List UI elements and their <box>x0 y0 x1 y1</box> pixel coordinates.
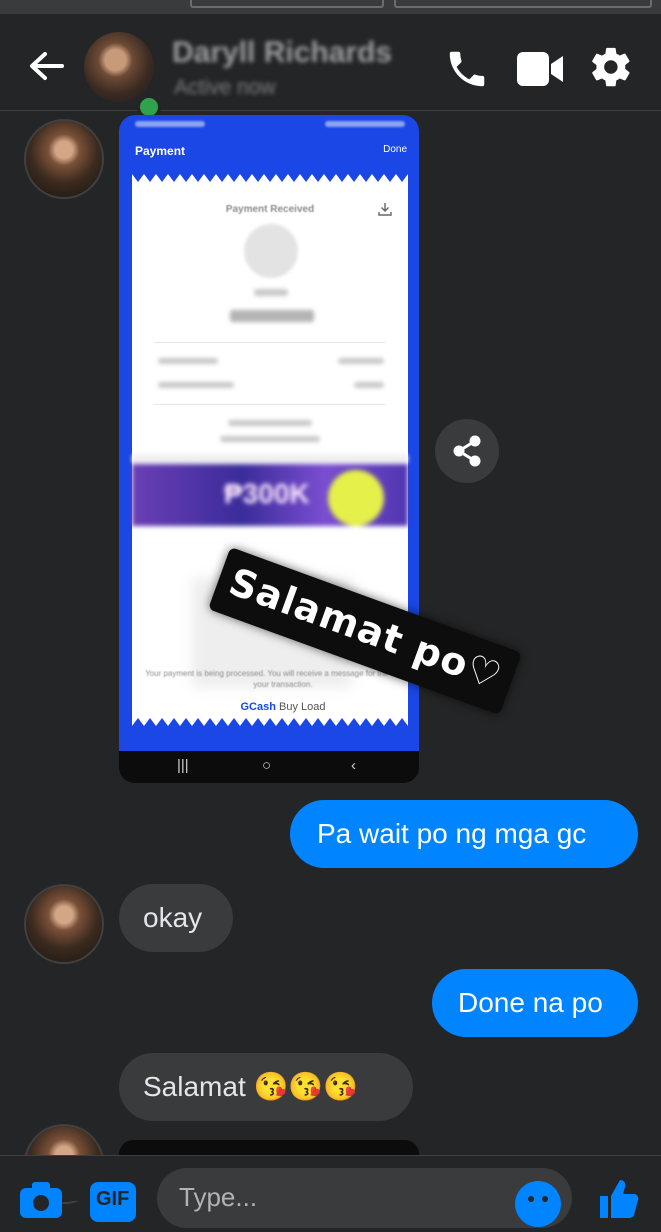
received-message[interactable]: Salamat 😘😘😘 <box>119 1053 413 1121</box>
row-label-2 <box>158 382 234 388</box>
message-avatar[interactable] <box>24 119 104 199</box>
composer-bar: GIF <box>0 1155 661 1228</box>
message-text: Done na po <box>458 987 603 1018</box>
sent-message[interactable]: Pa wait po ng mga gc <box>290 800 638 868</box>
row-label-1 <box>158 358 218 364</box>
receipt-divider <box>154 342 386 343</box>
gif-button[interactable]: GIF <box>90 1182 136 1222</box>
thumbs-up-icon <box>600 1180 639 1218</box>
receipt-bottom-edge <box>132 718 408 730</box>
phone-nav-bar: ||| ○ ‹ <box>119 751 419 783</box>
back-button[interactable] <box>26 46 66 86</box>
like-button[interactable] <box>596 1176 640 1225</box>
chat-header: Daryll Richards Active now <box>0 14 661 119</box>
brand-strong: GCash <box>240 701 276 713</box>
brand-rest: Buy Load <box>275 701 326 713</box>
promo-badge <box>328 470 384 526</box>
video-call-button[interactable] <box>515 48 565 95</box>
phone-icon <box>449 51 485 87</box>
promo-banner: ₱300K <box>132 464 408 526</box>
back-arrow-icon <box>30 52 64 80</box>
payment-title: Payment <box>135 144 186 158</box>
share-button[interactable] <box>435 419 499 483</box>
top-system-strip <box>0 0 661 14</box>
video-camera-icon <box>517 52 563 86</box>
phone-status-bar <box>135 121 405 127</box>
reference-line-1 <box>228 420 312 426</box>
message-avatar[interactable] <box>24 884 104 964</box>
recipient-avatar <box>244 224 298 278</box>
message-box[interactable] <box>157 1168 572 1228</box>
receipt-footnote: Your payment is being processed. You wil… <box>145 669 419 689</box>
row-value-1 <box>338 358 384 364</box>
receipt-heading: Payment Received <box>225 204 315 215</box>
contact-status: Active now <box>174 76 276 99</box>
cutoff-field-right <box>394 0 652 8</box>
cutoff-field-left <box>190 0 384 8</box>
receipt-top-edge <box>132 170 408 182</box>
gear-icon <box>592 47 630 87</box>
emoji-button[interactable] <box>515 1181 561 1227</box>
download-icon <box>378 203 392 216</box>
emoji-icon <box>528 1196 548 1202</box>
shared-screenshot[interactable]: Payment Done Payment Received Your payme… <box>119 115 419 783</box>
recents-icon: ||| <box>177 757 189 774</box>
contact-name[interactable]: Daryll Richards <box>172 36 392 70</box>
payment-done: Done <box>383 144 407 155</box>
nav-back-icon: ‹ <box>351 757 356 774</box>
gcash-brand: GCash Buy Load <box>145 701 419 713</box>
recipient-label <box>254 289 288 296</box>
message-text: Pa wait po ng mga gc <box>317 818 587 849</box>
reference-line-2 <box>220 436 320 442</box>
received-message[interactable]: okay <box>119 884 233 952</box>
camera-button[interactable] <box>18 1180 64 1225</box>
receipt-gap <box>132 454 408 464</box>
sent-message[interactable]: Done na po <box>432 969 638 1037</box>
voice-call-button[interactable] <box>444 46 490 97</box>
message-input[interactable] <box>177 1178 511 1216</box>
promo-text: ₱300K <box>224 478 310 509</box>
share-icon <box>453 435 481 467</box>
partial-attachment[interactable] <box>119 1140 419 1156</box>
message-text: Salamat 😘😘😘 <box>143 1071 359 1102</box>
receipt-divider-2 <box>154 404 386 405</box>
amount-text <box>230 310 314 322</box>
contact-avatar[interactable] <box>84 32 154 102</box>
camera-icon <box>20 1182 62 1218</box>
message-text: okay <box>143 902 203 933</box>
settings-button[interactable] <box>588 44 634 95</box>
row-value-2 <box>354 382 384 388</box>
home-icon: ○ <box>262 757 272 774</box>
